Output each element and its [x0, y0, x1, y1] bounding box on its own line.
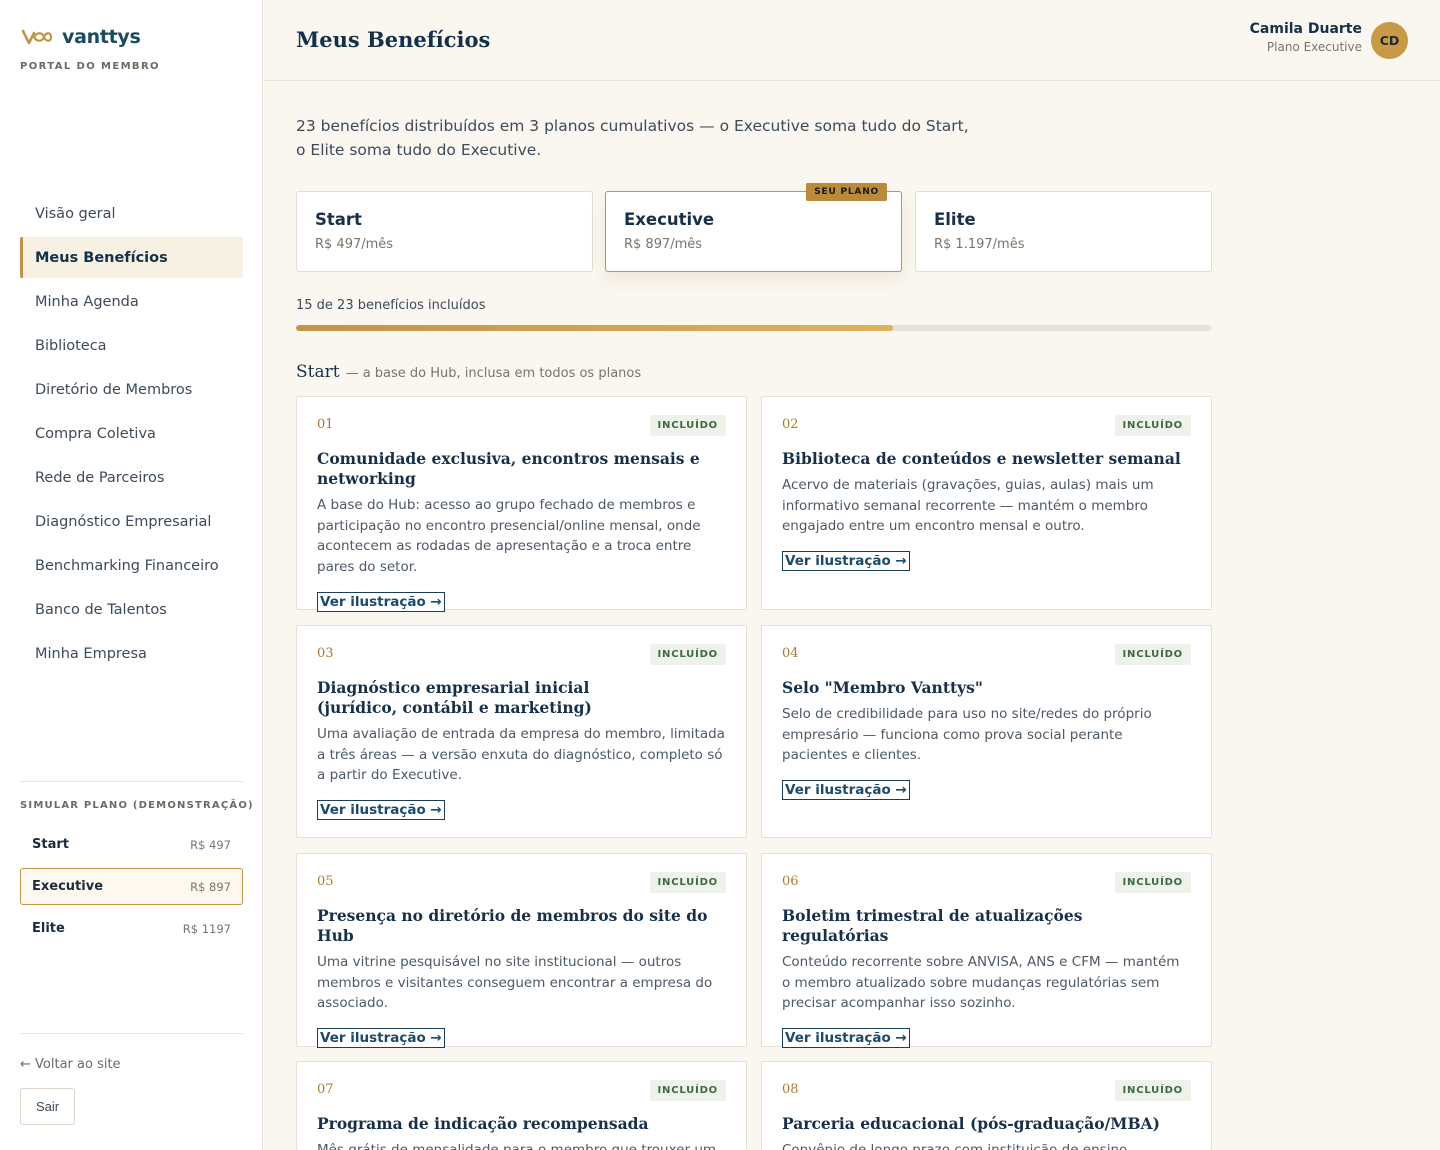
included-badge: INCLUÍDO [1114, 1080, 1191, 1101]
benefit-description: Conteúdo recorrente sobre ANVISA, ANS e … [782, 954, 1180, 1012]
brand-subtitle: PORTAL DO MEMBRO [20, 61, 160, 72]
benefit-description: Uma vitrine pesquisável no site instituc… [317, 954, 713, 1012]
sidebar-nav: Visão geral Meus Benefícios Minha Agenda… [20, 193, 243, 677]
benefit-title: Programa de indicação recompensada [317, 1114, 649, 1133]
user-menu[interactable]: Camila Duarte Plano Executive [1250, 21, 1362, 54]
logout-button[interactable]: Sair [20, 1088, 75, 1125]
plan-card-executive[interactable]: SEU PLANO Executive R$ 897/mês [605, 183, 902, 272]
plan-cards: Start R$ 497/mês SEU PLANO Executive R$ … [296, 183, 1212, 272]
plan-price: R$ 497/mês [315, 237, 394, 252]
simulate-plan-name: Executive [32, 879, 104, 894]
benefit-card: 06 INCLUÍDO Boletim trimestral de atuali… [761, 853, 1212, 1049]
sidebar-item-meus-beneficios[interactable]: Meus Benefícios [20, 237, 243, 278]
view-illustration-link[interactable]: Ver ilustração → [782, 551, 910, 572]
simulate-plan-price: R$ 497 [190, 837, 231, 852]
included-badge: INCLUÍDO [649, 644, 726, 665]
top-header: Meus Benefícios Camila Duarte Plano Exec… [264, 0, 1440, 81]
user-plan: Plano Executive [1266, 40, 1362, 54]
included-badge: INCLUÍDO [1114, 644, 1191, 665]
included-badge: INCLUÍDO [1114, 872, 1191, 893]
intro-text: 23 benefícios distribuídos em 3 planos c… [296, 117, 969, 159]
brand-logo[interactable]: vanttys [20, 26, 141, 48]
sidebar-item-minha-agenda[interactable]: Minha Agenda [20, 281, 243, 322]
simulate-plan-price: R$ 1197 [182, 921, 231, 936]
sidebar-item-rede-parceiros[interactable]: Rede de Parceiros [20, 457, 243, 498]
sidebar-item-banco-talentos[interactable]: Banco de Talentos [20, 589, 243, 630]
plan-price: R$ 1.197/mês [934, 237, 1025, 252]
view-illustration-link[interactable]: Ver ilustração → [782, 1028, 910, 1049]
simulate-plan-name: Start [32, 837, 69, 852]
sidebar-item-diretorio-membros[interactable]: Diretório de Membros [20, 369, 243, 410]
simulate-plan-price: R$ 897 [190, 879, 231, 894]
avatar[interactable]: CD [1371, 22, 1408, 59]
benefit-card: 02 INCLUÍDO Biblioteca de conteúdos e ne… [761, 396, 1212, 610]
benefit-title: Boletim trimestral de atualizações regul… [782, 906, 1083, 945]
benefit-description: Uma avaliação de entrada da empresa do m… [317, 726, 725, 784]
benefit-description: Mês grátis de mensalidade para o membro … [317, 1142, 717, 1150]
included-badge: INCLUÍDO [649, 1080, 726, 1101]
back-to-site-link[interactable]: ← Voltar ao site [20, 1057, 121, 1072]
benefit-card: 01 INCLUÍDO Comunidade exclusiva, encont… [296, 396, 747, 612]
section-title: Start [296, 362, 340, 382]
benefit-title: Presença no diretório de membros do site… [317, 906, 708, 945]
included-badge: INCLUÍDO [649, 872, 726, 893]
sidebar-item-diagnostico[interactable]: Diagnóstico Empresarial [20, 501, 243, 542]
sidebar-item-compra-coletiva[interactable]: Compra Coletiva [20, 413, 243, 454]
benefit-title: Parceria educacional (pós-graduação/MBA) [782, 1114, 1160, 1133]
benefit-description: A base do Hub: acesso ao grupo fechado d… [317, 497, 701, 576]
simulate-plan-start[interactable]: Start R$ 497 [20, 826, 243, 863]
progress-label: 15 de 23 benefícios incluídos [296, 298, 486, 313]
benefit-card: 05 INCLUÍDO Presença no diretório de mem… [296, 853, 747, 1049]
user-name: Camila Duarte [1249, 21, 1362, 37]
sidebar-item-biblioteca[interactable]: Biblioteca [20, 325, 243, 366]
benefit-title: Biblioteca de conteúdos e newsletter sem… [782, 449, 1181, 468]
view-illustration-link[interactable]: Ver ilustração → [317, 591, 445, 612]
benefits-progress-bar [296, 325, 1212, 331]
current-plan-badge: SEU PLANO [806, 183, 887, 201]
included-badge: INCLUÍDO [1114, 415, 1191, 436]
sidebar-item-minha-empresa[interactable]: Minha Empresa [20, 633, 243, 674]
simulate-plan-name: Elite [32, 921, 65, 936]
view-illustration-link[interactable]: Ver ilustração → [782, 780, 910, 801]
included-badge: INCLUÍDO [649, 415, 726, 436]
view-illustration-link[interactable]: Ver ilustração → [317, 800, 445, 821]
benefit-description: Selo de credibilidade para uso no site/r… [782, 706, 1152, 764]
benefit-card: 08 INCLUÍDO Parceria educacional (pós-gr… [761, 1061, 1212, 1150]
simulate-plan-list: Start R$ 497 Executive R$ 897 Elite R$ 1… [20, 826, 243, 952]
plan-name: Executive [624, 210, 715, 229]
plan-name: Elite [934, 210, 976, 229]
benefit-title: Comunidade exclusiva, encontros mensais … [317, 449, 700, 488]
benefit-card: 04 INCLUÍDO Selo "Membro Vanttys" Selo d… [761, 625, 1212, 838]
plan-card-elite[interactable]: Elite R$ 1.197/mês [915, 191, 1212, 272]
sidebar-item-benchmarking[interactable]: Benchmarking Financeiro [20, 545, 243, 586]
simulate-plan-elite[interactable]: Elite R$ 1197 [20, 910, 243, 947]
benefit-description: Convênio de longo prazo com instituição … [782, 1142, 1146, 1150]
divider [20, 781, 243, 782]
simulate-plan-title: SIMULAR PLANO (DEMONSTRAÇÃO) [20, 800, 254, 811]
plan-name: Start [315, 210, 362, 229]
benefit-description: Acervo de materiais (gravações, guias, a… [782, 477, 1154, 535]
sidebar-item-visao-geral[interactable]: Visão geral [20, 193, 243, 234]
page-title: Meus Benefícios [296, 27, 491, 52]
benefit-card: 03 INCLUÍDO Diagnóstico empresarial inic… [296, 625, 747, 838]
section-header: Start — a base do Hub, inclusa em todos … [296, 362, 641, 382]
progress-fill [296, 325, 894, 331]
view-illustration-link[interactable]: Ver ilustração → [317, 1028, 445, 1049]
section-subtitle: — a base do Hub, inclusa em todos os pla… [345, 366, 642, 381]
plan-card-start[interactable]: Start R$ 497/mês [296, 191, 593, 272]
benefit-title: Selo "Membro Vanttys" [782, 678, 983, 697]
brand-name: vanttys [62, 26, 141, 48]
benefit-card: 07 INCLUÍDO Programa de indicação recomp… [296, 1061, 747, 1150]
plan-price: R$ 897/mês [624, 237, 703, 252]
divider [20, 1033, 243, 1034]
sidebar: vanttys PORTAL DO MEMBRO Visão geral Meu… [0, 0, 263, 1150]
benefit-title: Diagnóstico empresarial inicial (jurídic… [317, 678, 592, 717]
simulate-plan-executive[interactable]: Executive R$ 897 [20, 868, 243, 905]
infinity-logo-icon [21, 29, 53, 45]
